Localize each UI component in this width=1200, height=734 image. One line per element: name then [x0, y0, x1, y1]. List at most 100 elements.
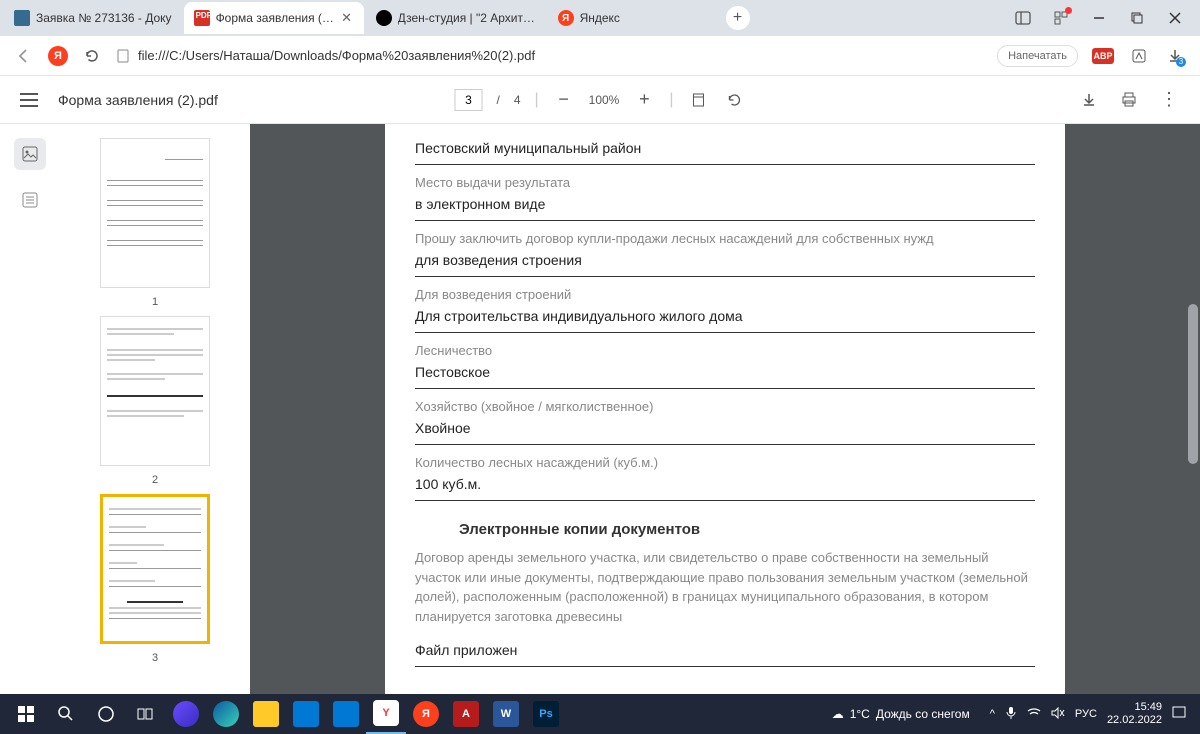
- field-label: Прошу заключить договор купли-продажи ле…: [415, 231, 1035, 246]
- doc-description: Договор аренды земельного участка, или с…: [415, 548, 1035, 626]
- form-field: Для возведения строений Для строительств…: [415, 281, 1035, 333]
- field-label: Для возведения строений: [415, 287, 1035, 302]
- address-bar: Я file:///C:/Users/Наташа/Downloads/Форм…: [0, 36, 1200, 76]
- thumbnails-view-button[interactable]: [14, 138, 46, 170]
- thumbnail-2[interactable]: [100, 316, 210, 466]
- url-text: file:///C:/Users/Наташа/Downloads/Форма%…: [138, 48, 535, 63]
- app-yandex2[interactable]: Я: [406, 694, 446, 734]
- page-input[interactable]: [454, 89, 482, 111]
- field-value: Файл приложен: [415, 642, 1035, 658]
- field-label: Место выдачи результата: [415, 175, 1035, 190]
- app-yandex[interactable]: Y: [366, 694, 406, 734]
- pdf-title: Форма заявления (2).pdf: [58, 92, 218, 108]
- date: 22.02.2022: [1107, 714, 1162, 727]
- search-button[interactable]: [46, 694, 86, 734]
- tab-label: Яндекс: [580, 11, 708, 25]
- volume-icon[interactable]: [1051, 707, 1065, 722]
- download-pdf-button[interactable]: [1078, 89, 1100, 111]
- app-edge[interactable]: [206, 694, 246, 734]
- notification-icon[interactable]: [1172, 706, 1186, 723]
- download-icon[interactable]: 3: [1164, 45, 1186, 67]
- app-store[interactable]: [286, 694, 326, 734]
- section-heading: Электронные копии документов: [459, 521, 1035, 538]
- view-sidebar: [0, 124, 60, 734]
- fit-page-button[interactable]: [688, 89, 710, 111]
- field-label: Лесничество: [415, 343, 1035, 358]
- close-icon[interactable]: ✕: [340, 11, 354, 25]
- taskview-button[interactable]: [126, 694, 166, 734]
- chevron-up-icon[interactable]: ^: [990, 708, 995, 720]
- print-button[interactable]: Напечатать: [997, 45, 1078, 67]
- field-value: Для строительства индивидуального жилого…: [415, 308, 1035, 324]
- zoom-level: 100%: [589, 93, 620, 107]
- page-total: 4: [514, 93, 521, 107]
- abp-extension[interactable]: ABP: [1092, 45, 1114, 67]
- app-explorer[interactable]: [246, 694, 286, 734]
- clock[interactable]: 15:49 22.02.2022: [1107, 701, 1162, 727]
- cortana-button[interactable]: [86, 694, 126, 734]
- weather-text: Дождь со снегом: [876, 707, 970, 721]
- zoom-in-button[interactable]: +: [633, 89, 655, 111]
- form-field: Количество лесных насаждений (куб.м.) 10…: [415, 449, 1035, 501]
- new-tab-button[interactable]: +: [726, 6, 750, 30]
- close-window-button[interactable]: [1166, 9, 1184, 27]
- menu-icon[interactable]: [20, 93, 38, 107]
- document-viewport[interactable]: Пестовский муниципальный район Место выд…: [250, 124, 1200, 734]
- thumb-label-1: 1: [152, 296, 158, 308]
- tab-1[interactable]: Заявка № 273136 - Доку: [4, 2, 182, 34]
- page-sep: /: [496, 93, 499, 107]
- field-label: Количество лесных насаждений (куб.м.): [415, 455, 1035, 470]
- browser-tabbar: Заявка № 273136 - Доку PDF Форма заявлен…: [0, 0, 1200, 36]
- mic-icon[interactable]: [1005, 706, 1017, 723]
- start-button[interactable]: [6, 694, 46, 734]
- field-value: для возведения строения: [415, 252, 1035, 268]
- extension-icon[interactable]: [1128, 45, 1150, 67]
- pdf-toolbar: Форма заявления (2).pdf / 4 | − 100% + |…: [0, 76, 1200, 124]
- tab-2-active[interactable]: PDF Форма заявления (2).p ✕: [184, 2, 364, 34]
- app-autocad[interactable]: A: [446, 694, 486, 734]
- app-word[interactable]: W: [486, 694, 526, 734]
- language-indicator[interactable]: РУС: [1075, 708, 1097, 720]
- form-field: Прошу заключить договор купли-продажи ле…: [415, 225, 1035, 277]
- sidebar-icon[interactable]: [1014, 9, 1032, 27]
- app-mail[interactable]: [326, 694, 366, 734]
- url-field[interactable]: file:///C:/Users/Наташа/Downloads/Форма%…: [116, 48, 983, 63]
- file-icon: [116, 49, 130, 63]
- tab-label: Форма заявления (2).p: [216, 11, 336, 25]
- tab-4[interactable]: Я Яндекс: [548, 2, 718, 34]
- form-field: Пестовский муниципальный район: [415, 134, 1035, 165]
- field-label: Хозяйство (хвойное / мягколиственное): [415, 399, 1035, 414]
- yandex-home-button[interactable]: Я: [48, 46, 68, 66]
- content-area: 1 2 3 Пестовский муниципальный район Мес: [0, 124, 1200, 734]
- reload-button[interactable]: [82, 46, 102, 66]
- maximize-button[interactable]: [1128, 9, 1146, 27]
- thumbnail-3-selected[interactable]: [100, 494, 210, 644]
- windows-taskbar: Y Я A W Ps ☁ 1°C Дождь со снегом ^ РУС 1…: [0, 694, 1200, 734]
- tab-favicon: [14, 10, 30, 26]
- minimize-button[interactable]: [1090, 9, 1108, 27]
- wifi-icon[interactable]: [1027, 707, 1041, 722]
- extensions-icon[interactable]: [1052, 9, 1070, 27]
- outline-view-button[interactable]: [14, 184, 46, 216]
- tab-3[interactable]: Дзен-студия | "2 Архитект: [366, 2, 546, 34]
- form-field: Место выдачи результата в электронном ви…: [415, 169, 1035, 221]
- yandex-icon: Я: [558, 10, 574, 26]
- pdf-page: Пестовский муниципальный район Место выд…: [385, 124, 1065, 701]
- more-menu-button[interactable]: ⋮: [1158, 89, 1180, 111]
- field-value: в электронном виде: [415, 196, 1035, 212]
- weather-widget[interactable]: ☁ 1°C Дождь со снегом: [832, 707, 970, 721]
- app-photoshop[interactable]: Ps: [526, 694, 566, 734]
- zoom-out-button[interactable]: −: [553, 89, 575, 111]
- scrollbar-thumb[interactable]: [1188, 304, 1198, 464]
- thumb-label-3: 3: [152, 652, 158, 664]
- thumbnail-1[interactable]: [100, 138, 210, 288]
- tab-label: Дзен-студия | "2 Архитект: [398, 11, 536, 25]
- back-button[interactable]: [14, 46, 34, 66]
- field-value: Пестовское: [415, 364, 1035, 380]
- form-field: Файл приложен: [415, 636, 1035, 667]
- app-yandex-browser[interactable]: [166, 694, 206, 734]
- weather-temp: 1°C: [850, 707, 870, 721]
- rotate-button[interactable]: [724, 89, 746, 111]
- print-pdf-button[interactable]: [1118, 89, 1140, 111]
- time: 15:49: [1107, 701, 1162, 714]
